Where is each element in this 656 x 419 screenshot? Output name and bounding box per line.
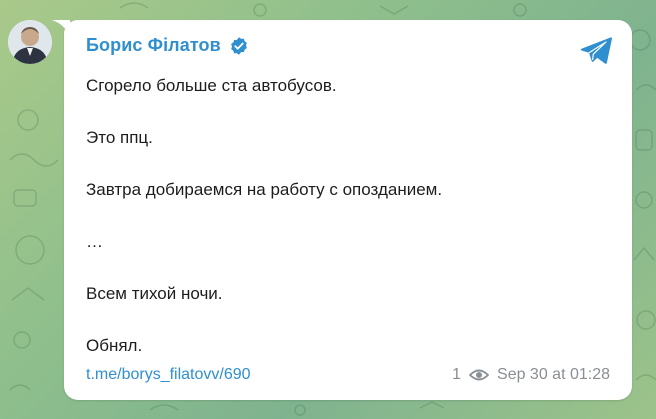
author-name[interactable]: Борис Філатов (86, 35, 221, 56)
message-line: … (86, 232, 103, 251)
view-count: 1 (452, 366, 462, 383)
avatar-image (8, 20, 52, 64)
verified-badge-icon (230, 36, 247, 55)
post-link[interactable]: t.me/borys_filatovv/690 (86, 366, 251, 384)
message-meta: 1 Sep 30 at 01:28 (452, 366, 610, 384)
message-line: Всем тихой ночи. (86, 284, 223, 303)
message-timestamp: Sep 30 at 01:28 (497, 366, 610, 383)
message-footer: t.me/borys_filatovv/690 1 Sep 30 at 01:2… (86, 364, 610, 386)
message-bubble: Борис Філатов Сгорело больше ста автобус… (64, 20, 632, 400)
message-line: Завтра добираемся на работу с опозданием… (86, 180, 443, 199)
eye-icon (469, 369, 490, 381)
message-text: Сгорело больше ста автобусов. Это ппц. З… (86, 73, 606, 385)
telegram-plane-icon[interactable] (580, 36, 612, 64)
message-line: Сгорело больше ста автобусов. (86, 76, 337, 95)
message-line: Это ппц. (86, 128, 153, 147)
message-line: Обнял. (86, 336, 143, 355)
author-row: Борис Філатов (86, 35, 249, 56)
author-avatar[interactable] (8, 20, 52, 64)
